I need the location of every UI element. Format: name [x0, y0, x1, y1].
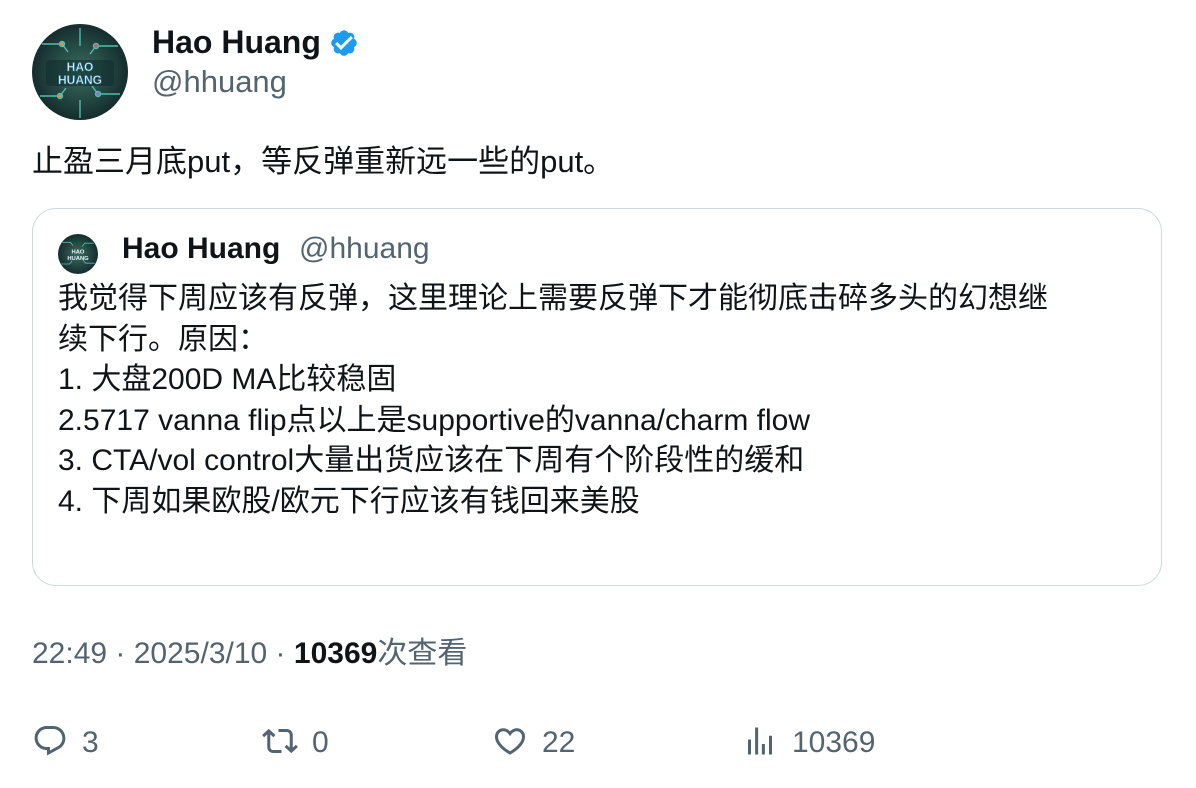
tweet-text: 止盈三月底put，等反弹重新远一些的put。 [32, 144, 615, 179]
reply-icon [32, 723, 68, 764]
reply-button[interactable]: 3 [32, 722, 99, 764]
repost-icon [262, 723, 298, 764]
tweet-time[interactable]: 22:49 [32, 637, 107, 670]
verified-badge-icon [329, 27, 359, 57]
quoted-tweet-card[interactable]: HAO HUANG Hao Huang @hhuang 我觉得下周应该有反弹，这… [32, 208, 1162, 586]
quoted-author-handle: @hhuang [299, 232, 430, 265]
quoted-text-line: 3. CTA/vol control大量出货应该在下周有个阶段性的缓和 [58, 444, 805, 477]
avatar-text-line-1: HAO [67, 60, 94, 74]
meta-separator: · [107, 637, 134, 670]
repost-count: 0 [312, 726, 329, 759]
quoted-author-name: Hao Huang [122, 232, 281, 265]
quoted-text-line: 我觉得下周应该有反弹，这里理论上需要反弹下才能彻底击碎多头的幻想继 [58, 282, 1048, 315]
views-action-count: 10369 [792, 726, 876, 759]
bar-chart-icon [742, 723, 778, 764]
heart-icon [492, 723, 528, 764]
author-display-name[interactable]: Hao Huang [152, 22, 321, 62]
quoted-author-avatar: HAO HUANG [58, 234, 98, 274]
author-avatar[interactable]: HAO HUANG [32, 24, 128, 120]
quoted-text-line: 2.5717 vanna flip点以上是supportive的vanna/ch… [58, 403, 811, 437]
views-button[interactable]: 10369 [742, 722, 875, 764]
tweet: HAO HUANG Hao Huang @hhuang 止盈三月底put，等反弹… [0, 0, 1196, 788]
like-count: 22 [542, 726, 576, 759]
author-name-row[interactable]: Hao Huang [152, 22, 359, 62]
author-handle[interactable]: @hhuang [152, 62, 287, 102]
quoted-avatar-text-line-2: HUANG [67, 256, 89, 262]
like-button[interactable]: 22 [492, 722, 575, 764]
views-count: 10369 [293, 637, 378, 670]
tweet-meta: 22:49 · 2025/3/10 · 10369次查看 [32, 634, 467, 674]
quoted-text-line: 续下行。原因： [58, 322, 268, 356]
repost-button[interactable]: 0 [262, 722, 329, 764]
avatar-text-line-2: HUANG [58, 73, 102, 87]
action-bar: 3 0 22 10369 [0, 722, 1196, 764]
reply-count: 3 [82, 726, 99, 759]
views-label: 次查看 [377, 637, 468, 670]
tweet-date[interactable]: 2025/3/10 [134, 637, 267, 670]
quoted-tweet-text: 我觉得下周应该有反弹，这里理论上需要反弹下才能彻底击碎多头的幻想继 续下行。原因… [58, 279, 1138, 522]
quoted-avatar-text-line-1: HAO [72, 250, 85, 256]
quoted-text-line: 1. 大盘200D MA比较稳固 [58, 363, 397, 396]
meta-separator: · [267, 637, 294, 670]
quoted-text-line: 4. 下周如果欧股/欧元下行应该有钱回来美股 [58, 484, 640, 518]
